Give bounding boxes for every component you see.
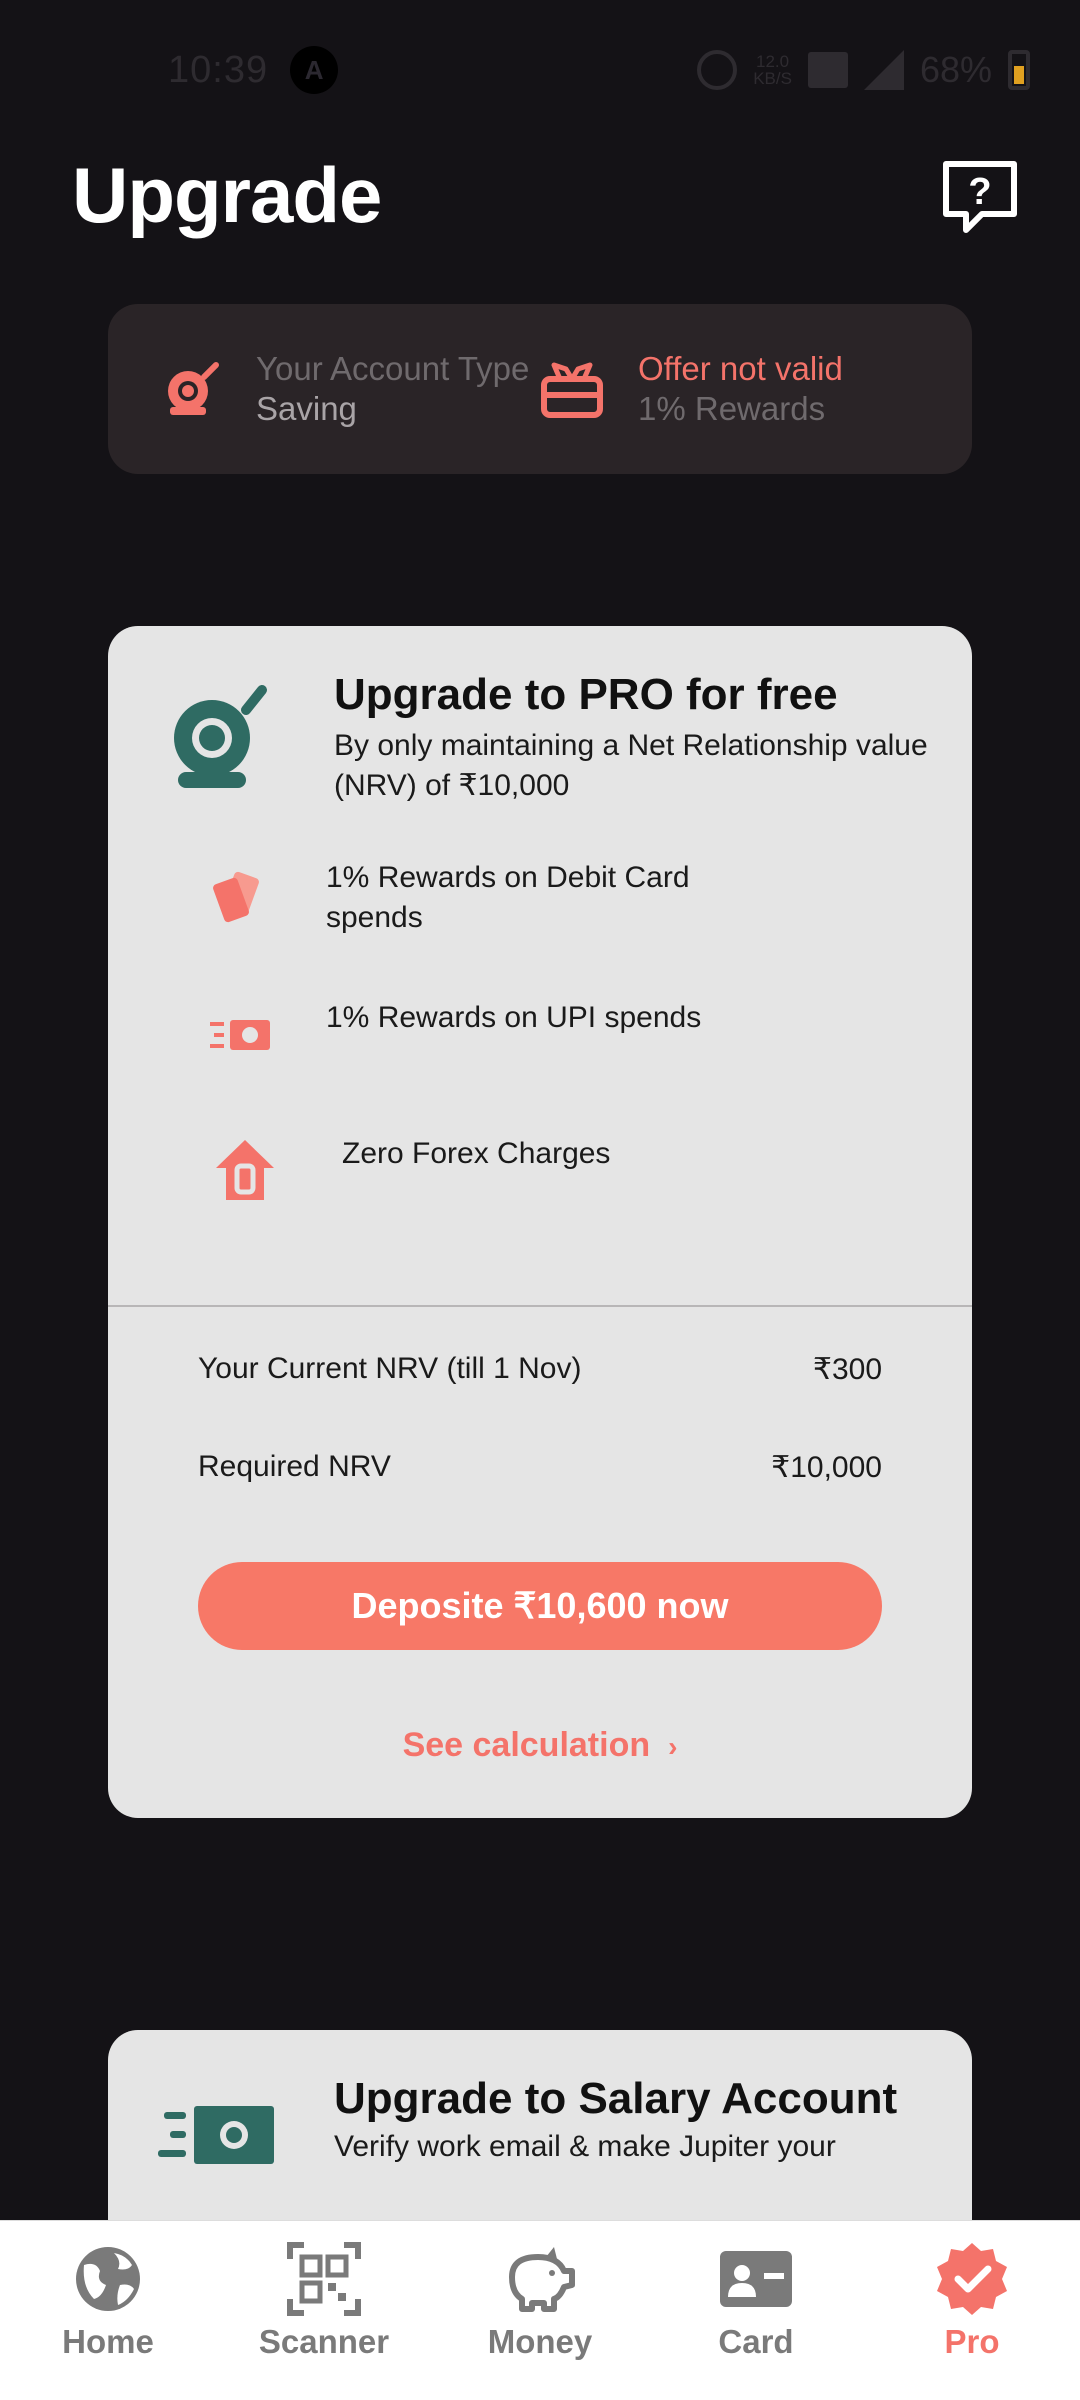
benefit-text-upi: 1% Rewards on UPI spends — [326, 1001, 702, 1034]
signal-icon — [863, 50, 904, 90]
nav-item-home[interactable]: Home — [23, 2221, 193, 2400]
battery-icon — [1008, 50, 1030, 90]
offer-status-label: Offer not valid — [638, 350, 843, 387]
verified-badge-icon — [937, 2243, 1007, 2315]
current-nrv-row: Your Current NRV (till 1 Nov) ₹300 — [198, 1352, 882, 1387]
required-nrv-value: ₹10,000 — [771, 1451, 882, 1484]
battery-percent: 68% — [919, 49, 992, 90]
qr-scanner-icon — [287, 2242, 361, 2316]
benefit-text-forex: Zero Forex Charges — [342, 1137, 611, 1170]
nav-item-card[interactable]: Card — [671, 2221, 841, 2400]
nav-label-money: Money — [487, 2323, 593, 2360]
bottom-nav: Home Scanner Money Card Pro — [0, 2220, 1080, 2400]
required-nrv-label: Required NRV — [198, 1450, 391, 1483]
status-indicators: 12.0 KB/S 68% — [697, 49, 1030, 91]
network-speed: 12.0 KB/S — [753, 53, 792, 87]
app-notification-icon: A — [290, 46, 339, 94]
helmet-icon — [168, 362, 219, 415]
current-nrv-label: Your Current NRV (till 1 Nov) — [198, 1352, 582, 1385]
nav-item-pro[interactable]: Pro — [887, 2221, 1057, 2400]
nav-label-home: Home — [62, 2323, 154, 2360]
nav-label-card: Card — [718, 2323, 794, 2360]
cards-icon — [213, 871, 259, 923]
account-info-strip: Your Account Type Saving Offer not valid… — [108, 304, 972, 474]
cash-fast-icon — [158, 2106, 274, 2164]
status-bar: 10:39 A 12.0 KB/S 68% — [0, 0, 1080, 140]
current-nrv-value: ₹300 — [812, 1353, 882, 1386]
account-type-label: Your Account Type — [256, 350, 530, 387]
piggy-bank-icon — [509, 2247, 575, 2312]
page-title: Upgrade — [72, 151, 382, 239]
id-card-icon — [720, 2251, 792, 2307]
gift-icon — [541, 362, 603, 418]
benefit-text-debit-card: 1% Rewards on Debit Card spends — [326, 861, 690, 934]
account-type-value: Saving — [256, 390, 357, 427]
nav-label-scanner: Scanner — [258, 2323, 390, 2360]
see-calculation-label: See calculation — [402, 1726, 651, 1764]
volte-icon — [807, 52, 848, 88]
alarm-icon — [697, 50, 738, 90]
salary-card-title: Upgrade to Salary Account — [334, 2074, 898, 2123]
divider — [108, 1305, 972, 1307]
cash-fast-icon — [210, 1020, 270, 1050]
required-nrv-row: Required NRV ₹10,000 — [198, 1450, 882, 1485]
deposit-button[interactable]: Deposite ₹10,600 now — [198, 1562, 882, 1650]
salary-card-subtitle: Verify work email & make Jupiter your — [334, 2130, 836, 2163]
pro-card-title: Upgrade to PRO for free — [334, 670, 838, 719]
network-speed-unit: KB/S — [753, 69, 792, 88]
globe-icon — [76, 2247, 140, 2311]
offer-status: Offer not valid 1% Rewards — [540, 349, 922, 429]
see-calculation-link[interactable]: See calculation › — [108, 1726, 972, 1765]
status-time: 10:39 — [168, 48, 269, 91]
pro-helmet-icon — [174, 685, 267, 788]
pro-card-subtitle: By only maintaining a Net Relationship v… — [334, 729, 928, 802]
question-chat-icon: ? — [943, 161, 1017, 233]
nav-label-pro: Pro — [944, 2323, 1000, 2360]
zero-house-icon — [216, 1140, 274, 1200]
svg-text:?: ? — [968, 171, 991, 213]
upgrade-pro-card: Upgrade to PRO for free By only maintain… — [108, 626, 972, 1818]
chevron-right-icon: › — [668, 1731, 678, 1762]
account-type: Your Account Type Saving — [158, 349, 540, 429]
nav-item-money[interactable]: Money — [455, 2221, 625, 2400]
nav-item-scanner[interactable]: Scanner — [239, 2221, 409, 2400]
offer-rewards-value: 1% Rewards — [638, 390, 826, 427]
help-button[interactable]: ? — [940, 158, 1020, 238]
